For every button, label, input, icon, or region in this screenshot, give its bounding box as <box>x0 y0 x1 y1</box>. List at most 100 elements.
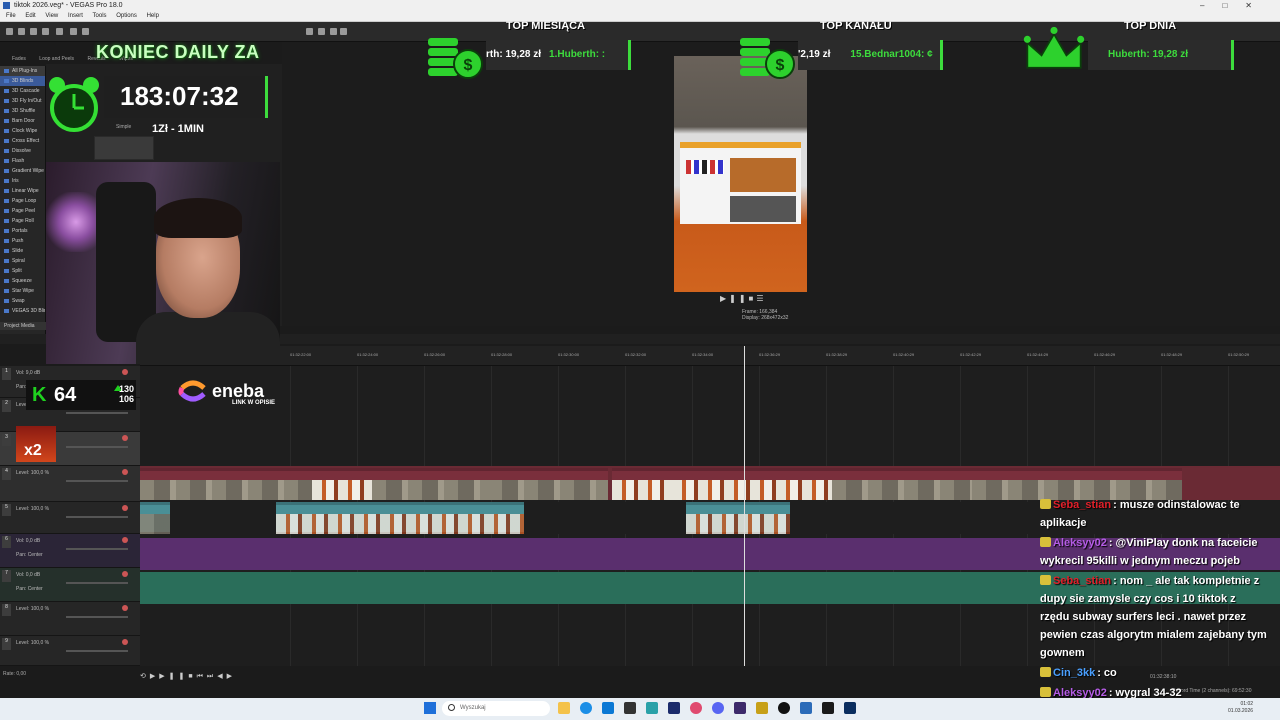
vegas-taskbar-icon[interactable] <box>668 702 680 714</box>
menu-view[interactable]: View <box>45 13 58 19</box>
transition-item[interactable]: Spiral <box>0 256 45 266</box>
window-controls[interactable]: –□✕ <box>1200 0 1270 11</box>
mute-icon[interactable] <box>122 369 128 375</box>
video-clip[interactable] <box>832 468 972 500</box>
transition-item[interactable]: Split <box>0 266 45 276</box>
transition-item[interactable]: Star Wipe <box>0 286 45 296</box>
menu-insert[interactable]: Insert <box>68 13 83 19</box>
transition-item[interactable]: Page Peel <box>0 206 45 216</box>
split-screen-icon[interactable] <box>318 28 325 35</box>
video-clip[interactable] <box>488 468 608 500</box>
app-icon[interactable] <box>734 702 746 714</box>
transition-item[interactable]: Linear Wipe <box>0 186 45 196</box>
track-header[interactable]: 5 Level: 100,0 % <box>0 502 140 534</box>
timeline-ruler[interactable]: 01:32:22:00 01:32:24:00 01:32:26:00 01:32:2… <box>140 346 1280 366</box>
transition-item[interactable]: Push <box>0 236 45 246</box>
track-slider[interactable] <box>66 480 128 482</box>
menu-options[interactable]: Options <box>116 13 137 19</box>
preview-controls[interactable]: ▶❚❚■☰ <box>720 294 767 303</box>
menu-edit[interactable]: Edit <box>25 13 35 19</box>
opera-icon[interactable] <box>690 702 702 714</box>
transition-item[interactable]: Page Roll <box>0 216 45 226</box>
track-slider[interactable] <box>66 516 128 518</box>
transition-item[interactable]: Slide <box>0 246 45 256</box>
tab-fades[interactable]: Fades <box>12 56 26 62</box>
track-slider[interactable] <box>66 412 128 414</box>
render-icon[interactable] <box>42 28 49 35</box>
playhead-cursor[interactable] <box>744 346 745 666</box>
file-explorer-icon[interactable] <box>558 702 570 714</box>
app-icon[interactable] <box>800 702 812 714</box>
save-icon[interactable] <box>30 28 37 35</box>
transition-item[interactable]: Swap <box>0 296 45 306</box>
taskbar-search[interactable]: Wyszukaj <box>442 701 550 716</box>
mute-icon[interactable] <box>122 505 128 511</box>
transition-item[interactable]: VEGAS 3D Blinds <box>0 306 45 316</box>
video-clip[interactable] <box>276 502 524 534</box>
menu-file[interactable]: File <box>6 13 16 19</box>
transition-item[interactable]: Clock Wipe <box>0 126 45 136</box>
video-clip[interactable] <box>312 468 372 500</box>
video-clip[interactable] <box>612 468 672 500</box>
discord-icon[interactable] <box>712 702 724 714</box>
mute-icon[interactable] <box>122 537 128 543</box>
transport-controls[interactable]: ⟲▶▶❚❚■⏮⏭◀▶ <box>140 670 600 684</box>
open-icon[interactable] <box>18 28 25 35</box>
app-icon[interactable] <box>756 702 768 714</box>
track-slider[interactable] <box>66 548 128 550</box>
transition-item[interactable]: Cross Effect <box>0 136 45 146</box>
track-header[interactable]: 6 Pan: Center Vol: 0,0 dB <box>0 534 140 568</box>
menu-help[interactable]: Help <box>147 13 159 19</box>
video-clip[interactable] <box>140 468 312 500</box>
obs-icon[interactable] <box>778 702 790 714</box>
transition-item[interactable]: 3D Blinds <box>0 76 45 86</box>
transition-item[interactable]: Portals <box>0 226 45 236</box>
transition-item[interactable]: Iris <box>0 176 45 186</box>
edge-icon[interactable] <box>580 702 592 714</box>
transition-thumbnail[interactable] <box>94 136 154 160</box>
video-clip[interactable] <box>672 468 832 500</box>
track-slider[interactable] <box>66 582 128 584</box>
transition-item[interactable]: Dissolve <box>0 146 45 156</box>
transition-item[interactable]: Page Loop <box>0 196 45 206</box>
properties-icon[interactable] <box>56 28 63 35</box>
mute-icon[interactable] <box>122 639 128 645</box>
taskbar-clock[interactable]: 01:02 01.03.2026 <box>1228 701 1253 715</box>
video-clip[interactable] <box>972 468 1182 500</box>
track-header[interactable]: 8 Level: 100,0 % <box>0 602 140 636</box>
preview-quality-icon[interactable] <box>306 28 313 35</box>
store-icon[interactable] <box>602 702 614 714</box>
overlay-icon[interactable] <box>330 28 337 35</box>
video-clip[interactable] <box>686 502 790 534</box>
track-slider[interactable] <box>66 650 128 652</box>
transition-item[interactable]: Gradient Wipe <box>0 166 45 176</box>
transition-item[interactable]: 3D Fly In/Out <box>0 96 45 106</box>
transition-item[interactable]: 3D Shuffle <box>0 106 45 116</box>
mute-icon[interactable] <box>122 435 128 441</box>
track-header[interactable]: 7 Pan: Center Vol: 0,0 dB <box>0 568 140 602</box>
track-slider[interactable] <box>66 616 128 618</box>
new-project-icon[interactable] <box>6 28 13 35</box>
transition-item[interactable]: Squeeze <box>0 276 45 286</box>
transition-item[interactable]: 3D Cascade <box>0 86 45 96</box>
filter-all-plugins[interactable]: All Plug-Ins <box>0 66 45 76</box>
track-slider[interactable] <box>66 446 128 448</box>
tab-loop-and-peels[interactable]: Loop and Peels <box>39 56 74 62</box>
steam-icon[interactable] <box>822 702 834 714</box>
photoshop-icon[interactable] <box>844 702 856 714</box>
menu-tools[interactable]: Tools <box>93 13 107 19</box>
video-clip[interactable] <box>140 502 170 534</box>
track-header[interactable]: 9 Level: 100,0 % <box>0 636 140 666</box>
transition-item[interactable]: Barn Door <box>0 116 45 126</box>
mute-icon[interactable] <box>122 571 128 577</box>
undo-icon[interactable] <box>70 28 77 35</box>
settings-icon[interactable] <box>624 702 636 714</box>
mute-icon[interactable] <box>122 469 128 475</box>
transition-item[interactable]: Flash <box>0 156 45 166</box>
app-icon[interactable] <box>646 702 658 714</box>
redo-icon[interactable] <box>82 28 89 35</box>
mute-icon[interactable] <box>122 605 128 611</box>
copy-snapshot-icon[interactable] <box>340 28 347 35</box>
track-header[interactable]: 4 Level: 100,0 % <box>0 466 140 502</box>
video-clip[interactable] <box>372 468 488 500</box>
